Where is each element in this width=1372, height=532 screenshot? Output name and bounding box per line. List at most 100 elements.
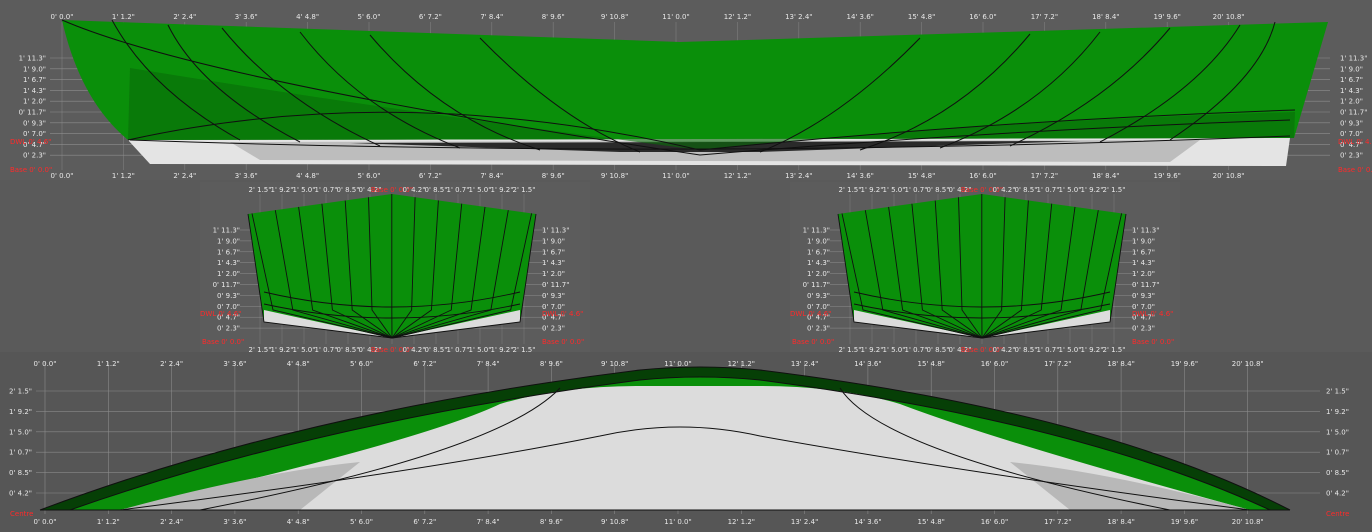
section-right-y-tick-right: 1' 6.7" — [1132, 248, 1155, 256]
profile-x-tick-bottom: 16' 6.0" — [969, 172, 996, 180]
section-right-x-tick-top: 2' 1.5" — [1103, 186, 1126, 194]
profile-y-tick-left: 1' 6.7" — [23, 76, 46, 84]
profile-x-tick-top: 14' 3.6" — [846, 13, 873, 21]
plan-x-tick-bottom: 8' 9.6" — [540, 518, 563, 526]
dwl-label-left: DWL 0' 4.6" — [10, 138, 51, 146]
profile-x-tick-top: 7' 8.4" — [480, 13, 503, 21]
section-left-base-left: Base 0' 0.0" — [202, 338, 244, 346]
section-right-y-tick-left: 1' 6.7" — [807, 248, 830, 256]
profile-x-tick-bottom: 1' 1.2" — [112, 172, 135, 180]
plan-x-tick-top: 19' 9.6" — [1171, 360, 1198, 368]
dwl-label-right: DWL 0' 4.6" — [1338, 138, 1372, 146]
plan-x-tick-bottom: 17' 7.2" — [1044, 518, 1071, 526]
plan-x-tick-top: 8' 9.6" — [540, 360, 563, 368]
plan-x-tick-bottom: 6' 7.2" — [413, 518, 436, 526]
profile-y-tick-left: 0' 2.3" — [23, 152, 46, 160]
plan-y-tick-left: 1' 5.0" — [9, 428, 32, 436]
section-left-base-right: Base 0' 0.0" — [542, 338, 584, 346]
plan-x-tick-top: 13' 2.4" — [791, 360, 818, 368]
section-left-x-tick-top: 1' 0.7" — [447, 186, 470, 194]
profile-x-tick-top: 2' 2.4" — [173, 13, 196, 21]
section-right-y-tick-right: 1' 2.0" — [1132, 270, 1155, 278]
section-left-x-tick-top: 1' 5.0" — [293, 186, 316, 194]
plan-y-tick-right: 1' 5.0" — [1326, 428, 1349, 436]
profile-x-tick-bottom: 11' 0.0" — [662, 172, 689, 180]
profile-x-tick-top: 0' 0.0" — [51, 13, 74, 21]
profile-y-tick-right: 1' 2.0" — [1340, 98, 1363, 106]
profile-x-tick-top: 6' 7.2" — [419, 13, 442, 21]
plan-x-tick-bottom: 9' 10.8" — [601, 518, 628, 526]
section-right-y-tick-left: 1' 9.0" — [807, 237, 830, 245]
profile-x-tick-bottom: 12' 1.2" — [724, 172, 751, 180]
section-right-x-tick-top: 0' 4.2" — [993, 186, 1016, 194]
section-right-x-tick-top: 1' 0.7" — [1037, 186, 1060, 194]
section-right-y-tick-left: 0' 2.3" — [807, 325, 830, 333]
base-label-right: Base 0' 0.0" — [1338, 166, 1372, 174]
section-right-canvas[interactable]: 2' 1.5"2' 1.5"1' 9.2"1' 9.2"1' 5.0"1' 5.… — [790, 182, 1180, 352]
plan-y-tick-left: 1' 9.2" — [9, 408, 32, 416]
section-right-y-tick-right: 1' 4.3" — [1132, 259, 1155, 267]
plan-x-tick-top: 11' 0.0" — [664, 360, 691, 368]
profile-x-tick-bottom: 20' 10.8" — [1213, 172, 1245, 180]
plan-y-tick-left: 1' 0.7" — [9, 449, 32, 457]
profile-x-tick-top: 8' 9.6" — [542, 13, 565, 21]
section-right-y-tick-right: 0' 2.3" — [1132, 325, 1155, 333]
profile-view[interactable]: 0' 0.0" 1' 1.2" 2' 2.4" 3' 3.6" 4' 4.8" 5' 6.… — [0, 0, 1372, 180]
section-left-y-tick-left: 1' 6.7" — [217, 248, 240, 256]
plan-y-tick-right: 0' 8.5" — [1326, 469, 1349, 477]
section-left-x-tick-top: 1' 9.2" — [271, 186, 294, 194]
profile-y-tick-right: 0' 7.0" — [1340, 130, 1363, 138]
profile-x-tick-bottom: 13' 2.4" — [785, 172, 812, 180]
profile-x-tick-top: 20' 10.8" — [1213, 13, 1245, 21]
plan-x-tick-bottom: 19' 9.6" — [1171, 518, 1198, 526]
plan-view[interactable]: 0' 0.0" 0' 0.0" 1' 1.2" 1' 1.2" 2' 2.4" 2' 2.… — [0, 352, 1372, 532]
plan-x-tick-top: 3' 3.6" — [223, 360, 246, 368]
section-right-base-left: Base 0' 0.0" — [792, 338, 834, 346]
plan-x-tick-bottom: 0' 0.0" — [34, 518, 57, 526]
plan-x-tick-top: 14' 3.6" — [854, 360, 881, 368]
plan-canvas[interactable]: 0' 0.0" 0' 0.0" 1' 1.2" 1' 1.2" 2' 2.4" 2' 2.… — [0, 352, 1372, 532]
plan-x-tick-top: 0' 0.0" — [34, 360, 57, 368]
section-left-canvas[interactable]: 2' 1.5"2' 1.5"1' 9.2"1' 9.2"1' 5.0"1' 5.… — [200, 182, 590, 352]
plan-y-tick-left: 0' 8.5" — [9, 469, 32, 477]
plan-x-tick-bottom: 1' 1.2" — [97, 518, 120, 526]
section-view-right[interactable]: 2' 1.5" 2' 1.5" 1' 9.2" 1' 9.2" 1' 5.0" 1' 5.… — [790, 182, 1180, 352]
plan-x-tick-top: 4' 4.8" — [287, 360, 310, 368]
section-left-x-tick-top: 0' 8.5" — [337, 186, 360, 194]
profile-x-tick-bottom: 8' 9.6" — [542, 172, 565, 180]
plan-x-tick-bottom: 20' 10.8" — [1232, 518, 1264, 526]
profile-x-tick-bottom: 7' 8.4" — [480, 172, 503, 180]
plan-x-tick-bottom: 12' 1.2" — [728, 518, 755, 526]
profile-x-tick-bottom: 14' 3.6" — [846, 172, 873, 180]
plan-center-label-right: Centre — [1326, 510, 1349, 518]
plan-x-tick-top: 16' 6.0" — [981, 360, 1008, 368]
plan-x-tick-top: 6' 7.2" — [413, 360, 436, 368]
profile-x-tick-bottom: 6' 7.2" — [419, 172, 442, 180]
profile-y-tick-right: 0' 11.7" — [1340, 109, 1367, 117]
profile-y-tick-left: 0' 9.3" — [23, 119, 46, 127]
plan-x-tick-bottom: 13' 2.4" — [791, 518, 818, 526]
plan-x-tick-top: 1' 1.2" — [97, 360, 120, 368]
section-left-x-tick-top: 2' 1.5" — [513, 186, 536, 194]
plan-y-tick-right: 1' 0.7" — [1326, 449, 1349, 457]
profile-canvas[interactable]: 0' 0.0" 1' 1.2" 2' 2.4" 3' 3.6" 4' 4.8" 5' 6.… — [0, 0, 1372, 180]
profile-x-tick-top: 13' 2.4" — [785, 13, 812, 21]
profile-x-tick-top: 1' 1.2" — [112, 13, 135, 21]
plan-x-tick-top: 5' 6.0" — [350, 360, 373, 368]
profile-x-tick-bottom: 17' 7.2" — [1031, 172, 1058, 180]
section-left-x-tick-top: 1' 0.7" — [315, 186, 338, 194]
profile-x-tick-top: 19' 9.6" — [1153, 13, 1180, 21]
section-left-y-tick-right: 0' 2.3" — [542, 325, 565, 333]
plan-x-tick-top: 20' 10.8" — [1232, 360, 1264, 368]
plan-y-tick-right: 0' 4.2" — [1326, 490, 1349, 498]
section-right-base-right: Base 0' 0.0" — [1132, 338, 1174, 346]
section-left-x-tick-top: 0' 4.2" — [403, 186, 426, 194]
section-view-left[interactable]: 2' 1.5" 2' 1.5" 1' 9.2" 1' 9.2" 1' 5.0" 1' 5.… — [200, 182, 590, 352]
profile-y-tick-left: 1' 2.0" — [23, 98, 46, 106]
plan-x-tick-bottom: 15' 4.8" — [917, 518, 944, 526]
section-right-x-tick-top: 1' 9.2" — [861, 186, 884, 194]
profile-y-tick-left: 0' 11.7" — [19, 109, 46, 117]
plan-x-tick-bottom: 5' 6.0" — [350, 518, 373, 526]
profile-x-tick-top: 4' 4.8" — [296, 13, 319, 21]
section-right-y-tick-left: 1' 11.3" — [803, 227, 830, 235]
